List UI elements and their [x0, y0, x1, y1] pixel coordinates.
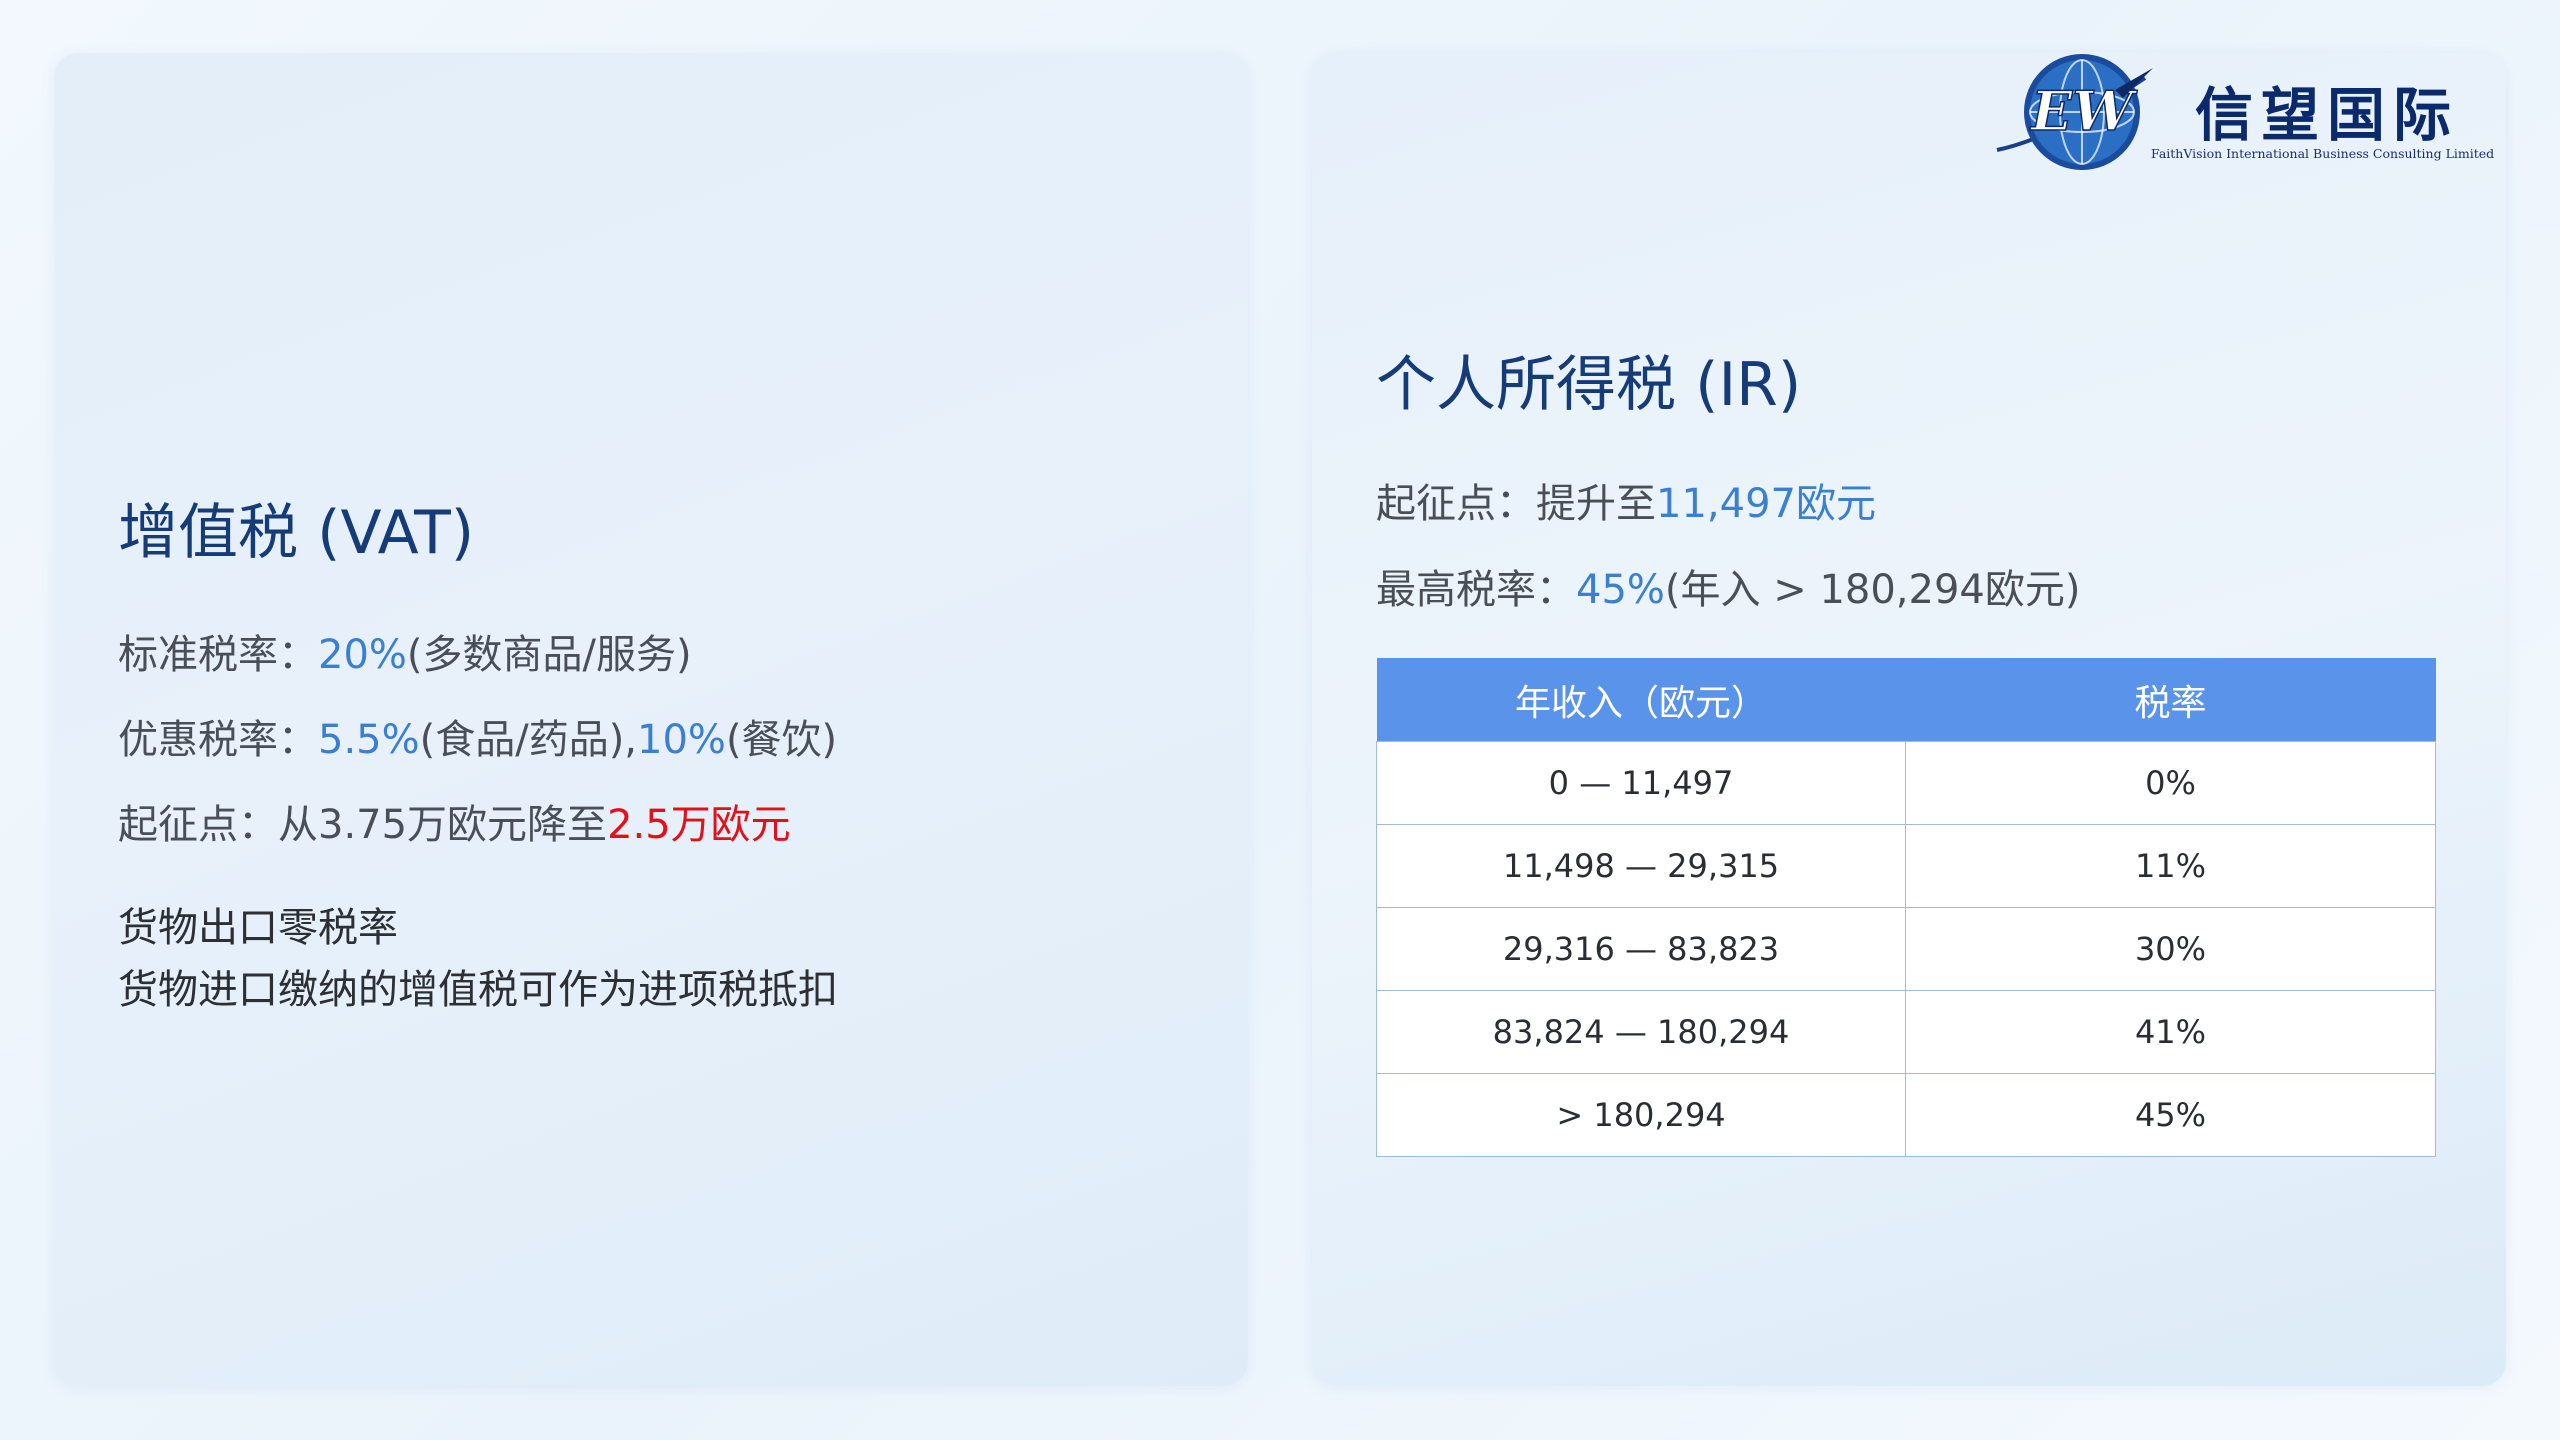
vat-title: 增值税 (VAT) — [118, 498, 475, 568]
ir-title: 个人所得税 (IR) — [1376, 350, 1802, 420]
income-range-cell: 83,824 — 180,294 — [1376, 990, 1906, 1074]
vat-note-export: 货物出口零税率 — [118, 905, 398, 951]
ir-threshold-value: 11,497欧元 — [1656, 481, 1876, 527]
ir-threshold: 起征点：提升至11,497欧元 — [1376, 484, 1876, 524]
globe-icon: EW — [1996, 54, 2153, 170]
vat-reduced-rate: 优惠税率：5.5%(食品/药品),10%(餐饮) — [118, 720, 837, 760]
tax-rate-cell: 0% — [1905, 741, 2436, 825]
ir-top-rate-label: 最高税率： — [1376, 567, 1576, 613]
table-row: 83,824 — 180,294 41% — [1376, 990, 2436, 1074]
ir-top-rate-note: (年入 > 180,294欧元) — [1664, 567, 2081, 613]
tax-rate-cell: 45% — [1905, 1073, 2436, 1157]
vat-reduced-note-2: (餐饮) — [725, 717, 838, 763]
vat-reduced-value-2: 10% — [637, 717, 726, 763]
company-logo: EW 信望国际 FaithVision International Busine… — [1995, 50, 2505, 180]
vat-threshold-value: 2.5万欧元 — [607, 802, 791, 848]
logo-chinese-name: 信望国际 — [2195, 81, 2460, 149]
ir-top-rate-value: 45% — [1576, 567, 1665, 613]
vat-reduced-value-1: 5.5% — [318, 717, 420, 763]
table-row: > 180,294 45% — [1376, 1073, 2436, 1157]
vat-threshold: 起征点：从3.75万欧元降至2.5万欧元 — [118, 805, 791, 845]
vat-note-import: 货物进口缴纳的增值税可作为进项税抵扣 — [118, 967, 838, 1013]
vat-standard-rate: 标准税率：20%(多数商品/服务) — [118, 635, 692, 675]
table-row: 11,498 — 29,315 11% — [1376, 824, 2436, 908]
income-range-cell: 0 — 11,497 — [1376, 741, 1906, 825]
ir-threshold-label: 起征点：提升至 — [1376, 481, 1656, 527]
table-header-row: 年收入（欧元） 税率 — [1376, 658, 2436, 742]
table-row: 29,316 — 83,823 30% — [1376, 907, 2436, 991]
income-tax-table: 年收入（欧元） 税率 0 — 11,497 0% 11,498 — 29,315… — [1376, 658, 2436, 1157]
income-range-cell: > 180,294 — [1376, 1073, 1906, 1157]
header-income: 年收入（欧元） — [1376, 658, 1906, 742]
logo-english-name: FaithVision International Business Consu… — [2151, 146, 2495, 161]
vat-standard-value: 20% — [318, 632, 407, 678]
ir-top-rate: 最高税率：45%(年入 > 180,294欧元) — [1376, 570, 2080, 610]
income-range-cell: 11,498 — 29,315 — [1376, 824, 1906, 908]
header-rate: 税率 — [1905, 658, 2436, 742]
tax-rate-cell: 11% — [1905, 824, 2436, 908]
income-range-cell: 29,316 — 83,823 — [1376, 907, 1906, 991]
vat-reduced-label: 优惠税率： — [118, 717, 318, 763]
tax-rate-cell: 30% — [1905, 907, 2436, 991]
vat-reduced-note-1: (食品/药品), — [419, 717, 638, 763]
vat-standard-label: 标准税率： — [118, 632, 318, 678]
table-row: 0 — 11,497 0% — [1376, 741, 2436, 825]
tax-rate-cell: 41% — [1905, 990, 2436, 1074]
vat-standard-note: (多数商品/服务) — [406, 632, 692, 678]
vat-threshold-label: 起征点：从3.75万欧元降至 — [118, 802, 608, 848]
